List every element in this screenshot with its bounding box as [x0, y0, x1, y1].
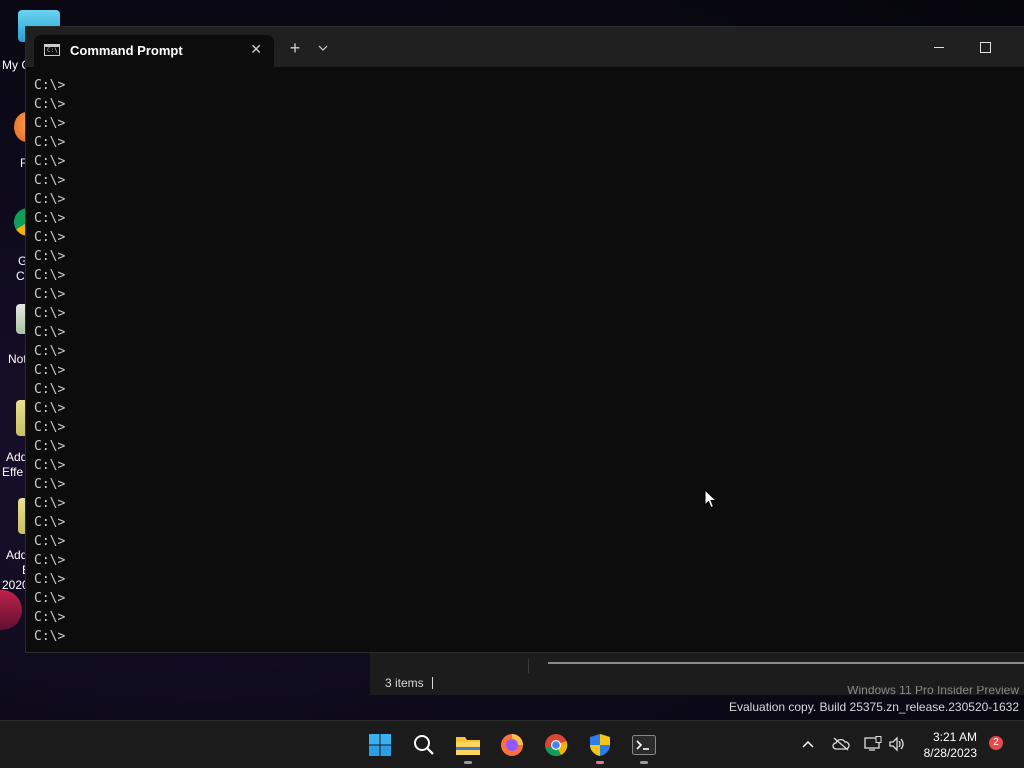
chevron-down-icon[interactable] [318, 43, 328, 53]
cmd-icon: C:\ [44, 44, 60, 56]
command-prompt-window[interactable]: C:\ Command Prompt ✕ + C:\> C:\> C:\> C:\> C… [25, 26, 1024, 653]
running-indicator [464, 761, 472, 764]
network-icon[interactable] [864, 736, 882, 752]
console-line: C:\> [34, 515, 66, 530]
console-line: C:\> [34, 192, 66, 207]
status-divider [432, 677, 433, 689]
console-line: C:\> [34, 420, 66, 435]
maximize-button[interactable] [975, 39, 995, 57]
running-indicator [640, 761, 648, 764]
watermark-line-2: Evaluation copy. Build 25375.zn_release.… [729, 700, 1019, 714]
tab-command-prompt[interactable]: C:\ Command Prompt ✕ [34, 35, 274, 67]
chrome-button[interactable] [541, 730, 571, 760]
clock[interactable]: 3:21 AM 8/28/2023 [924, 729, 977, 761]
console-line: C:\> [34, 116, 66, 131]
console-line: C:\> [34, 534, 66, 549]
console-line: C:\> [34, 97, 66, 112]
console-line: C:\> [34, 230, 66, 245]
new-tab-button[interactable]: + [288, 39, 302, 57]
desktop-wallpaper-accent [0, 590, 22, 630]
taskbar: 3:21 AM 8/28/2023 [0, 720, 1024, 768]
console-line: C:\> [34, 458, 66, 473]
console-line: C:\> [34, 629, 66, 644]
chrome-icon [545, 734, 568, 757]
console-line: C:\> [34, 268, 66, 283]
chevron-up-icon[interactable] [802, 739, 814, 749]
search-icon [414, 735, 434, 755]
close-tab-icon[interactable]: ✕ [250, 41, 262, 58]
mouse-cursor-icon [704, 489, 718, 509]
start-button[interactable] [365, 730, 395, 760]
console-line: C:\> [34, 363, 66, 378]
console-line: C:\> [34, 344, 66, 359]
tab-title: Command Prompt [70, 43, 183, 58]
console-line: C:\> [34, 572, 66, 587]
clock-time: 3:21 AM [932, 730, 977, 744]
console-line: C:\> [34, 78, 66, 93]
running-indicator [596, 761, 604, 764]
divider [528, 659, 529, 673]
windows-watermark: Windows 11 Pro Insider Preview Evaluatio… [729, 686, 1019, 715]
volume-icon[interactable] [888, 736, 906, 752]
console-line: C:\> [34, 553, 66, 568]
title-bar[interactable]: C:\ Command Prompt ✕ + [26, 27, 1024, 67]
console-line: C:\> [34, 610, 66, 625]
notification-badge[interactable]: 2 [989, 736, 1003, 750]
console-output[interactable]: C:\> C:\> C:\> C:\> C:\> C:\> C:\> C:\> C:\> C:\>… [34, 76, 1014, 651]
watermark-line-1: Windows 11 Pro Insider Preview [847, 686, 1019, 694]
console-line: C:\> [34, 306, 66, 321]
windows-security-button[interactable] [585, 730, 615, 764]
item-count-status: 3 items [385, 676, 424, 690]
file-explorer-button[interactable] [453, 730, 483, 764]
console-line: C:\> [34, 211, 66, 226]
minimize-button[interactable] [929, 39, 949, 57]
clock-date: 8/28/2023 [923, 746, 977, 760]
console-line: C:\> [34, 382, 66, 397]
console-line: C:\> [34, 591, 66, 606]
start-icon [369, 734, 391, 756]
desktop-icon-label: Effe [2, 465, 24, 479]
onedrive-offline-icon[interactable] [832, 737, 850, 751]
console-line: C:\> [34, 135, 66, 150]
terminal-icon [632, 735, 656, 755]
console-line: C:\> [34, 249, 66, 264]
search-button[interactable] [409, 730, 439, 760]
console-line: C:\> [34, 325, 66, 340]
firefox-icon [501, 734, 523, 756]
file-explorer-icon [456, 737, 480, 755]
console-line: C:\> [34, 439, 66, 454]
console-line: C:\> [34, 287, 66, 302]
console-line: C:\> [34, 477, 66, 492]
firefox-button[interactable] [497, 730, 527, 760]
console-line: C:\> [34, 496, 66, 511]
console-line: C:\> [34, 401, 66, 416]
horizontal-scrollbar[interactable] [548, 662, 1024, 664]
terminal-button[interactable] [629, 730, 659, 764]
console-line: C:\> [34, 154, 66, 169]
console-line: C:\> [34, 173, 66, 188]
security-shield-icon [590, 734, 610, 756]
